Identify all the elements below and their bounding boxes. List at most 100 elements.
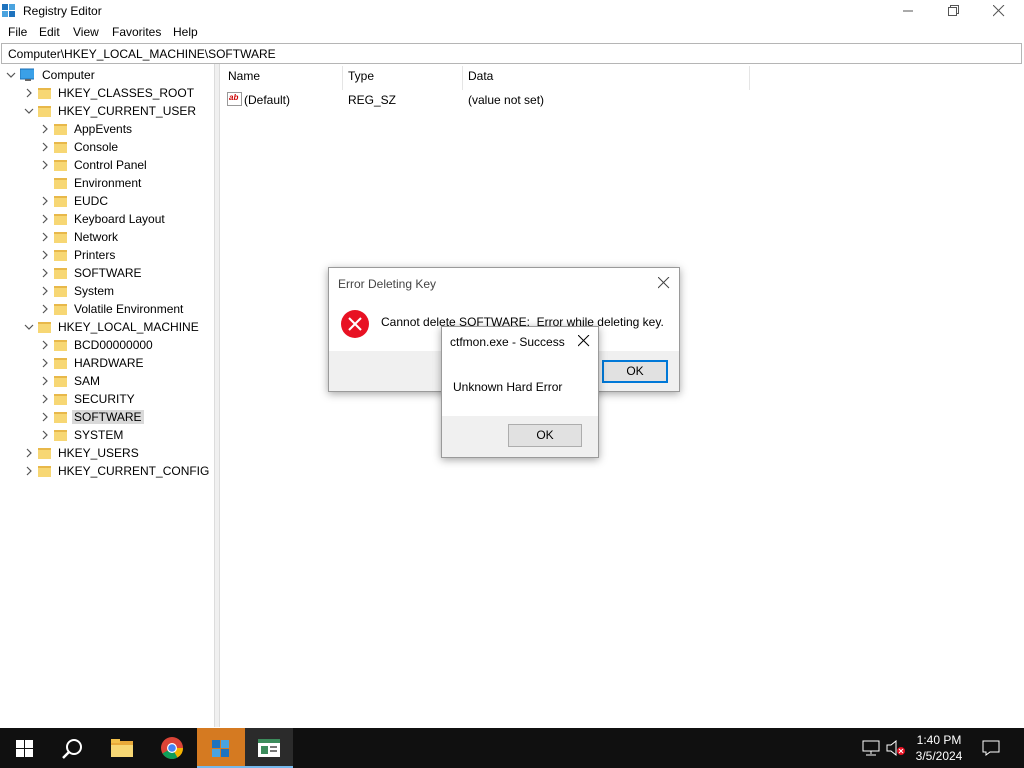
folder-icon <box>54 412 67 423</box>
tree-item-subkey[interactable]: AppEvents <box>0 120 214 138</box>
volume-muted-icon[interactable] <box>886 740 906 756</box>
registry-editor-icon <box>212 740 229 757</box>
chevron-right-icon[interactable] <box>24 448 34 458</box>
chevron-right-icon[interactable] <box>40 196 50 206</box>
ok-button[interactable]: OK <box>602 360 668 383</box>
tree-item-hkey-classes-root[interactable]: HKEY_CLASSES_ROOT <box>0 84 214 102</box>
folder-icon <box>54 160 67 171</box>
folder-icon <box>54 232 67 243</box>
chevron-down-icon[interactable] <box>24 106 34 116</box>
chevron-right-icon[interactable] <box>40 214 50 224</box>
menu-favorites[interactable]: Favorites <box>112 25 161 39</box>
folder-icon <box>38 88 51 99</box>
error-icon <box>341 310 369 338</box>
tree-item-subkey[interactable]: Network <box>0 228 214 246</box>
chrome-button[interactable] <box>148 728 196 768</box>
tree-item-subkey[interactable]: Volatile Environment <box>0 300 214 318</box>
tree-item-subkey[interactable]: SAM <box>0 372 214 390</box>
folder-icon <box>38 106 51 117</box>
search-button[interactable] <box>48 728 96 768</box>
tree-item-selected[interactable]: SOFTWARE <box>0 408 214 426</box>
tree-item-label: HKEY_LOCAL_MACHINE <box>58 320 199 334</box>
restore-button[interactable] <box>931 0 977 22</box>
column-header-data[interactable]: Data <box>468 69 493 83</box>
tree-item-subkey[interactable]: Keyboard Layout <box>0 210 214 228</box>
regedit-taskbar-button[interactable] <box>197 728 245 768</box>
tree-item-computer[interactable]: Computer <box>0 66 214 84</box>
ok-button[interactable]: OK <box>508 424 582 447</box>
address-path: Computer\HKEY_LOCAL_MACHINE\SOFTWARE <box>8 47 276 61</box>
menu-view[interactable]: View <box>73 25 99 39</box>
tree-item-subkey[interactable]: BCD00000000 <box>0 336 214 354</box>
tree-item-subkey[interactable]: Console <box>0 138 214 156</box>
chevron-right-icon[interactable] <box>40 142 50 152</box>
address-bar[interactable]: Computer\HKEY_LOCAL_MACHINE\SOFTWARE <box>1 43 1022 64</box>
tree-item-subkey[interactable]: SOFTWARE <box>0 264 214 282</box>
chevron-right-icon[interactable] <box>40 376 50 386</box>
tree-item-label: Computer <box>42 68 95 82</box>
window-taskbar-button[interactable] <box>245 728 293 768</box>
chevron-right-icon[interactable] <box>40 340 50 350</box>
notifications-icon[interactable] <box>982 740 1000 756</box>
minimize-icon <box>903 10 913 12</box>
chevron-right-icon[interactable] <box>40 160 50 170</box>
folder-icon <box>54 286 67 297</box>
tree-item-label: Keyboard Layout <box>74 212 165 226</box>
key-tree[interactable]: Computer HKEY_CLASSES_ROOT HKEY_CURRENT_US… <box>0 64 215 727</box>
folder-icon <box>54 142 67 153</box>
folder-icon <box>54 358 67 369</box>
tree-item-subkey[interactable]: HARDWARE <box>0 354 214 372</box>
chevron-right-icon[interactable] <box>40 394 50 404</box>
chevron-right-icon[interactable] <box>40 286 50 296</box>
value-row[interactable]: ab (Default) REG_SZ (value not set) <box>221 91 761 109</box>
chevron-right-icon[interactable] <box>24 466 34 476</box>
tree-item-label: Environment <box>74 176 142 190</box>
column-header-type[interactable]: Type <box>348 69 374 83</box>
column-divider[interactable] <box>749 66 750 90</box>
tree-item-label: Console <box>74 140 119 154</box>
minimize-button[interactable] <box>886 0 932 22</box>
tree-item-subkey[interactable]: Printers <box>0 246 214 264</box>
column-divider[interactable] <box>462 66 463 90</box>
network-icon[interactable] <box>862 740 880 756</box>
start-button[interactable] <box>0 728 48 768</box>
chevron-right-icon[interactable] <box>40 250 50 260</box>
tree-item-label: Volatile Environment <box>74 302 184 316</box>
tree-item-subkey[interactable]: Environment <box>0 174 214 192</box>
tree-item-subkey[interactable]: SYSTEM <box>0 426 214 444</box>
menu-edit[interactable]: Edit <box>39 25 60 39</box>
tree-item-subkey[interactable]: Control Panel <box>0 156 214 174</box>
chevron-right-icon[interactable] <box>40 124 50 134</box>
file-explorer-button[interactable] <box>98 728 146 768</box>
chevron-down-icon[interactable] <box>6 70 16 80</box>
chevron-right-icon[interactable] <box>40 430 50 440</box>
chevron-right-icon[interactable] <box>40 412 50 422</box>
column-header-name[interactable]: Name <box>228 69 260 83</box>
folder-icon <box>54 376 67 387</box>
dialog-close-button[interactable] <box>573 330 595 352</box>
menu-file[interactable]: File <box>8 25 27 39</box>
tree-item-subkey[interactable]: SECURITY <box>0 390 214 408</box>
tree-item-subkey[interactable]: EUDC <box>0 192 214 210</box>
application-window-icon <box>258 739 280 757</box>
column-divider[interactable] <box>342 66 343 90</box>
values-list[interactable]: Name Type Data ab (Default) REG_SZ (valu… <box>221 64 1024 727</box>
dialog-close-button[interactable] <box>653 272 675 294</box>
menu-help[interactable]: Help <box>173 25 198 39</box>
tree-item-hkey-local-machine[interactable]: HKEY_LOCAL_MACHINE <box>0 318 214 336</box>
tree-item-hkey-current-config[interactable]: HKEY_CURRENT_CONFIG <box>0 462 214 480</box>
close-button[interactable] <box>976 0 1022 22</box>
tree-item-hkey-users[interactable]: HKEY_USERS <box>0 444 214 462</box>
pane-splitter[interactable] <box>215 64 220 727</box>
chevron-right-icon[interactable] <box>40 232 50 242</box>
chevron-right-icon[interactable] <box>40 268 50 278</box>
chevron-right-icon[interactable] <box>40 304 50 314</box>
tree-item-label: System <box>74 284 115 298</box>
system-clock[interactable]: 1:40 PM 3/5/2024 <box>908 732 970 764</box>
tree-item-hkey-current-user[interactable]: HKEY_CURRENT_USER <box>0 102 214 120</box>
chevron-right-icon[interactable] <box>24 88 34 98</box>
chevron-right-icon[interactable] <box>40 358 50 368</box>
chevron-down-icon[interactable] <box>24 322 34 332</box>
value-data: (value not set) <box>468 93 545 107</box>
tree-item-subkey[interactable]: System <box>0 282 214 300</box>
